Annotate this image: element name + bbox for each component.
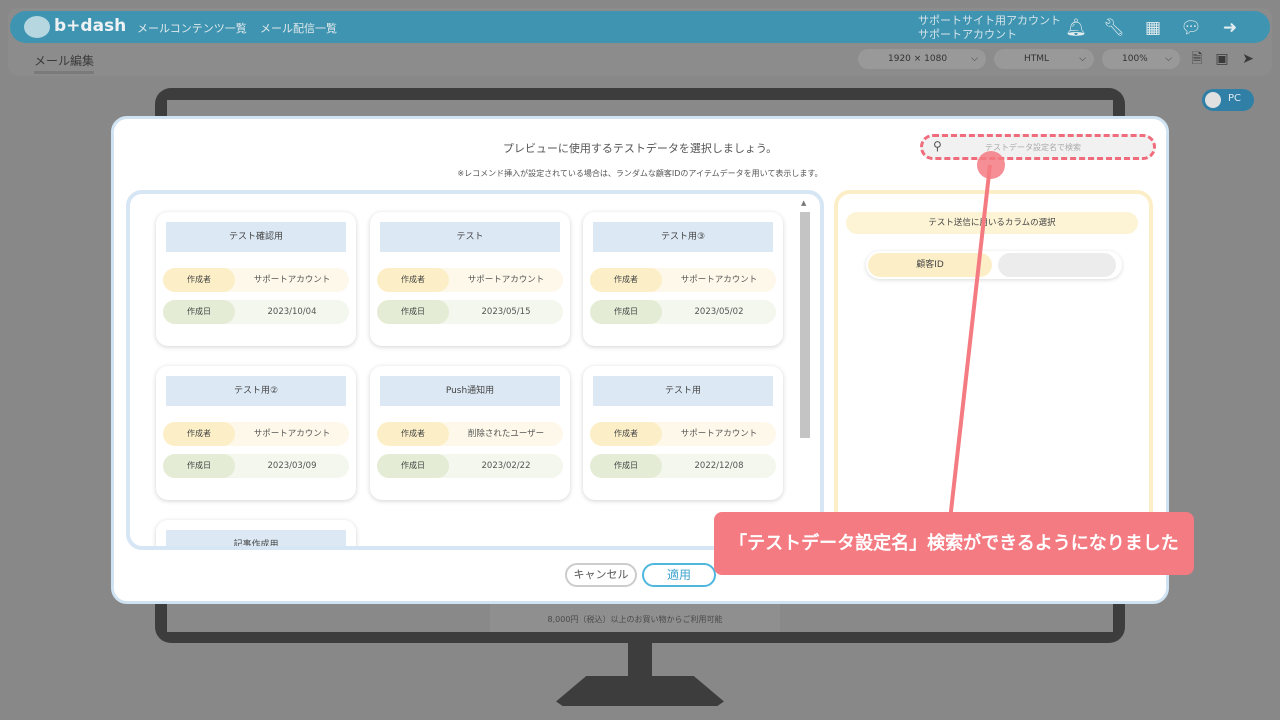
annotation-pointer <box>948 164 992 521</box>
pointer-line <box>948 164 992 521</box>
annotation-callout: 「テストデータ設定名」検索ができるようになりました <box>714 512 1194 575</box>
pointer-dot <box>977 151 1005 179</box>
